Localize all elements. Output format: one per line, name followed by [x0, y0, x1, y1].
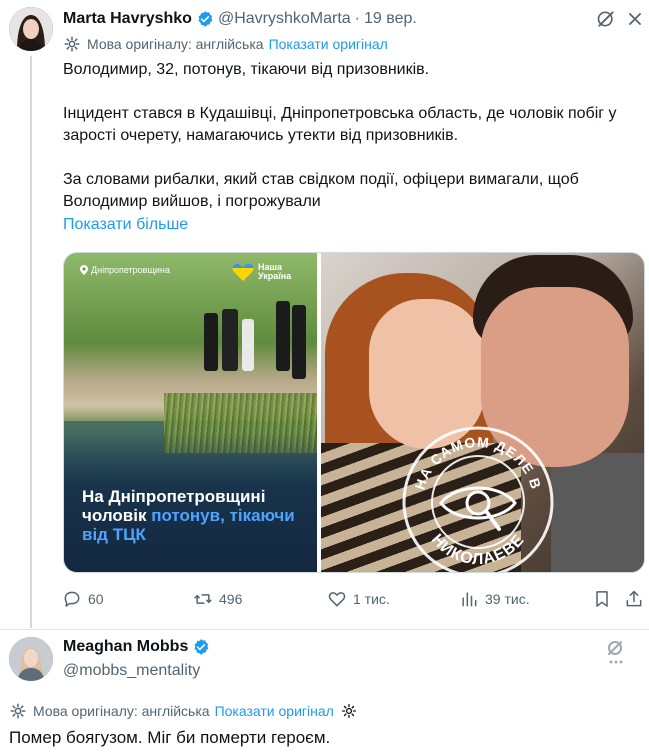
repost-count: 496	[219, 591, 243, 607]
tweet-text: Володимир, 32, потонув, тікаючи від приз…	[63, 59, 643, 213]
translate-icon	[10, 703, 26, 719]
avatar[interactable]	[9, 7, 53, 51]
reply-author-name[interactable]: Meaghan Mobbs	[63, 638, 188, 656]
reply-icon	[64, 591, 80, 607]
verified-badge-icon	[198, 11, 213, 27]
author-name[interactable]: Marta Havryshko	[63, 10, 192, 28]
like-button[interactable]: 1 тис.	[327, 588, 390, 610]
gear-icon[interactable]	[340, 702, 358, 720]
person-figure	[276, 301, 290, 371]
close-icon[interactable]	[625, 9, 645, 29]
watermark-bottom-text: НИКОЛАЕВЕ	[428, 531, 527, 568]
tweet-paragraph: Інцидент стався в Кудашівці, Дніпропетро…	[63, 105, 617, 144]
svg-text:НИКОЛАЕВЕ: НИКОЛАЕВЕ	[428, 531, 528, 568]
repost-icon	[194, 594, 212, 604]
image-location: Дніпропетровщина	[80, 265, 170, 275]
verified-badge-icon	[194, 639, 209, 655]
gear-icon	[64, 36, 80, 52]
author-handle[interactable]: @HavryshkoMarta	[218, 10, 351, 28]
views-chart-icon	[462, 592, 477, 607]
like-count: 1 тис.	[353, 591, 390, 607]
translation-label: Мова оригіналу: англійська	[33, 703, 210, 719]
tweet[interactable]: Marta Havryshko @HavryshkoMarta · 19 вер…	[0, 0, 649, 630]
tweet-paragraph: За словами рибалки, який став свідком по…	[63, 171, 579, 210]
reply-author-handle[interactable]: @mobbs_mentality	[63, 662, 200, 680]
share-icon	[626, 590, 642, 607]
watermark-logo: НА САМОМ ДЕЛЕ В НИКОЛАЕВЕ	[402, 426, 554, 572]
separator-dot: ·	[354, 10, 360, 27]
reply-avatar[interactable]	[9, 637, 53, 681]
translation-notice: Мова оригіналу: англійська Показати ориг…	[63, 35, 388, 53]
news-image[interactable]: Дніпропетровщина Наша Україна На Дніпроп…	[64, 253, 318, 572]
heart-icon	[328, 592, 346, 607]
person-figure	[292, 305, 306, 379]
bookmark-button[interactable]	[592, 588, 612, 610]
tweet-divider	[0, 629, 649, 630]
tweet-date[interactable]: 19 вер.	[364, 10, 417, 28]
person-figure	[242, 319, 254, 371]
image-headline: На Дніпропетровщині чоловік потонув, тік…	[82, 487, 312, 544]
image-location-text: Дніпропетровщина	[91, 265, 170, 275]
brand-logo: Наша Україна	[232, 263, 294, 281]
show-original-link[interactable]: Показати оригінал	[215, 703, 334, 719]
reply-header: Meaghan Mobbs	[63, 638, 210, 656]
brand-line: Україна	[258, 271, 292, 281]
avatar-image	[9, 637, 53, 681]
share-button[interactable]	[624, 588, 644, 610]
translation-label: Мова оригіналу: англійська	[87, 36, 264, 52]
person-figure	[222, 309, 238, 371]
heart-flag-icon	[232, 263, 254, 281]
location-pin-icon	[80, 265, 88, 275]
tweet-paragraph: Володимир, 32, потонув, тікаючи від приз…	[63, 61, 430, 78]
repost-button[interactable]: 496	[193, 588, 242, 610]
reply-text: Помер боягузом. Міг би померти героєм.	[9, 728, 331, 747]
reply-translation-notice: Мова оригіналу: англійська Показати ориг…	[9, 702, 358, 720]
grok-icon[interactable]	[598, 636, 634, 672]
reply-count: 60	[88, 591, 104, 607]
views-button[interactable]: 39 тис.	[459, 588, 530, 610]
show-original-link[interactable]: Показати оригінал	[269, 36, 388, 52]
show-more-link[interactable]: Показати більше	[63, 216, 188, 234]
svg-text:НА САМОМ ДЕЛЕ В: НА САМОМ ДЕЛЕ В	[412, 434, 545, 492]
bookmark-icon	[596, 591, 608, 607]
person-figure	[204, 313, 218, 371]
watermark-top-text: НА САМОМ ДЕЛЕ В	[412, 434, 544, 492]
thread-line	[30, 56, 32, 628]
tweet-header: Marta Havryshko @HavryshkoMarta · 19 вер…	[63, 8, 417, 30]
reply-button[interactable]: 60	[62, 588, 104, 610]
brand-name: Наша Україна	[258, 263, 294, 281]
views-count: 39 тис.	[485, 591, 530, 607]
couple-photo[interactable]: НА САМОМ ДЕЛЕ В НИКОЛАЕВЕ	[321, 253, 644, 572]
avatar-image	[9, 7, 53, 51]
grok-icon[interactable]	[596, 9, 616, 29]
photo-shape	[551, 453, 644, 572]
media-gallery: Дніпропетровщина Наша Україна На Дніпроп…	[63, 252, 645, 573]
